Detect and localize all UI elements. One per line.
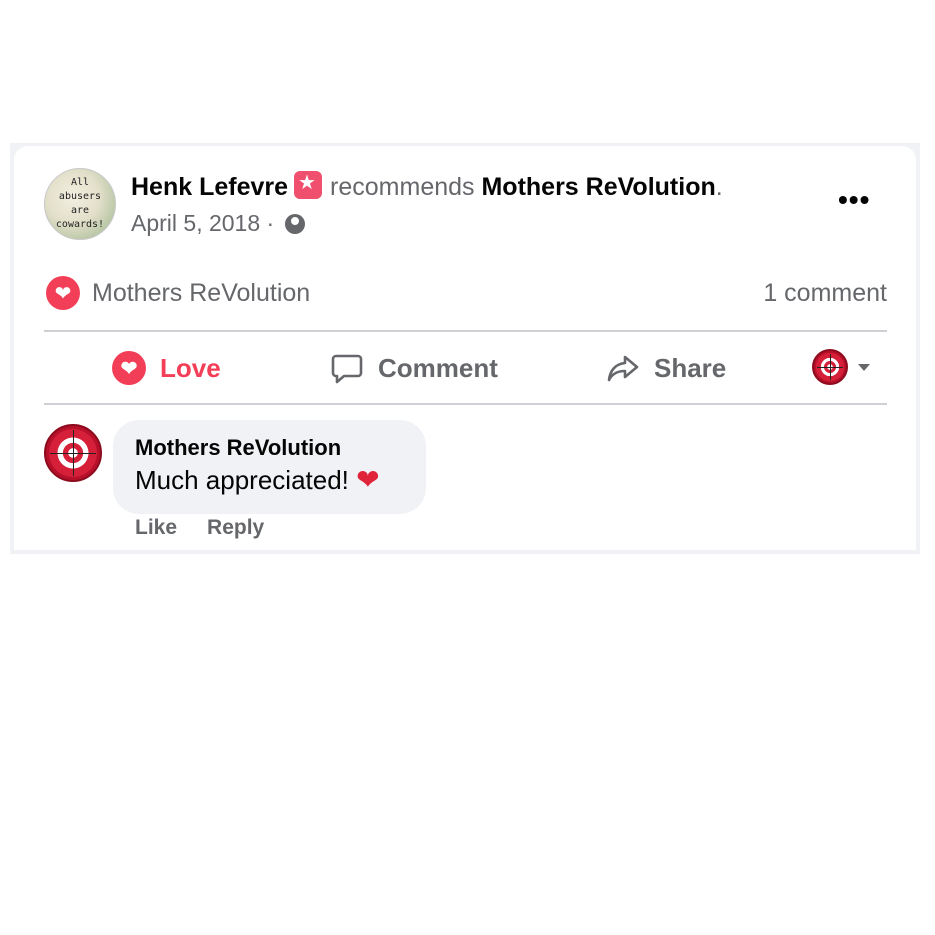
comment-count[interactable]: 1 comment [763,275,887,311]
author-avatar[interactable]: All abusers are cowards! [44,168,116,240]
chevron-down-icon [858,363,870,371]
share-icon [606,351,640,385]
more-options-icon[interactable]: ••• [838,186,870,214]
recommendation-star-icon [294,171,323,199]
meta-separator: · [266,210,275,236]
page-name-link[interactable]: Mothers ReVolution [481,173,715,201]
action-bar: ❤ Love Comment Share [44,333,887,403]
share-label: Share [654,352,727,383]
page-avatar-icon [812,349,848,385]
post-date[interactable]: April 5, 2018 [131,210,260,236]
avatar-text: All abusers are cowards! [55,177,105,230]
header-period: . [715,173,723,201]
comment-like-button[interactable]: Like [135,516,177,540]
comment-bubble: Mothers ReVolution Much appreciated! ❤ [113,420,426,514]
profile-switcher[interactable] [812,349,870,385]
comment-label: Comment [378,352,498,383]
reaction-summary[interactable]: ❤ Mothers ReVolution [46,275,310,311]
comment-reply-button[interactable]: Reply [207,516,264,540]
commenter-avatar[interactable] [44,424,102,482]
comment-text-line: Much appreciated! ❤ [135,462,404,498]
love-icon: ❤ [112,351,146,385]
recommends-verb: recommends [330,173,475,201]
comment-button[interactable]: Comment [330,333,498,403]
divider-top [44,330,887,332]
love-reaction-icon: ❤ [46,276,80,310]
share-button[interactable]: Share [606,333,726,403]
divider-bottom [44,403,887,405]
comment-actions: Like Reply [135,516,294,540]
post-meta: April 5, 2018 · [131,207,305,239]
love-button[interactable]: ❤ Love [112,333,221,403]
comment-icon [330,351,364,385]
reaction-names: Mothers ReVolution [92,278,311,307]
post-header: Henk Lefevre recommends Mothers ReVolutio… [131,170,723,204]
author-name[interactable]: Henk Lefevre [131,173,288,201]
heart-emoji-icon: ❤ [356,464,380,495]
globe-icon [284,214,305,234]
comment-text: Much appreciated! [135,465,349,495]
love-label: Love [160,352,221,383]
comment-author[interactable]: Mothers ReVolution [135,434,404,462]
